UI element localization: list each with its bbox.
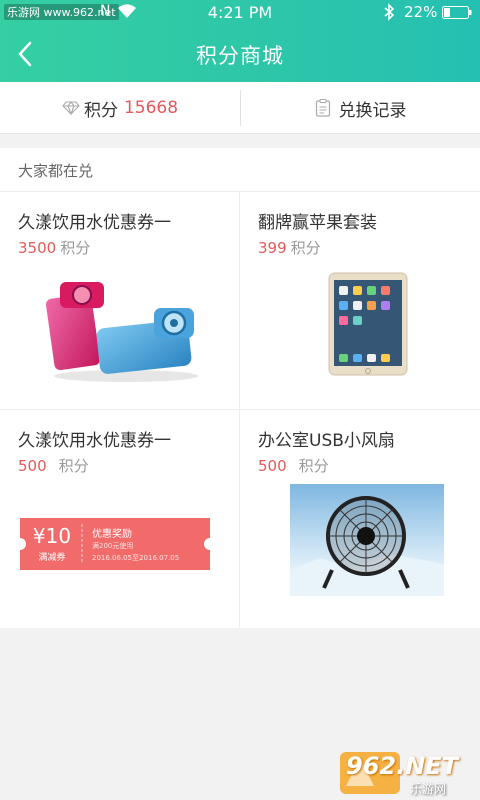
product-card[interactable]: 久漾饮用水优惠券一 3500 积分 (0, 192, 240, 410)
points-label: 积分 (83, 100, 118, 121)
product-price: 500 积分 (258, 455, 329, 476)
bluetooth-icon (384, 3, 395, 21)
battery-percent: 22% (404, 3, 438, 21)
price-unit: 积分 (298, 457, 329, 475)
app-header: 乐游网 www.962.net N 4:21 PM 22% 积分商城 (0, 0, 480, 82)
product-card[interactable]: 翻牌赢苹果套装 399 积分 (240, 192, 480, 410)
points-value: 15668 (123, 98, 179, 118)
product-price: 3500 积分 (18, 237, 90, 258)
page-title: 积分商城 (196, 44, 284, 68)
price-value: 500 (18, 457, 47, 475)
price-value: 500 (258, 457, 287, 475)
product-price: 399 积分 (258, 237, 321, 258)
coupon-amount: ¥10 (32, 524, 72, 548)
product-title: 办公室USB小风扇 (258, 431, 395, 451)
price-unit: 积分 (58, 457, 89, 475)
coupon-type: 满减券 (38, 553, 66, 563)
coupon-name: 优惠奖励 (92, 529, 132, 540)
price-unit: 积分 (60, 239, 91, 257)
watermark-sub: 乐游网 (410, 782, 447, 796)
document-icon (315, 99, 330, 117)
price-value: 3500 (18, 239, 57, 257)
camera-image (46, 282, 198, 382)
section-header: 大家都在兑 (0, 148, 480, 192)
product-price: 500 积分 (18, 455, 89, 476)
battery-icon (442, 6, 472, 19)
nav-bar: 积分商城 (0, 26, 480, 82)
product-title: 久漾饮用水优惠券一 (18, 431, 171, 451)
watermark-brand: 962.NET (346, 752, 459, 780)
product-grid: 久漾饮用水优惠券一 3500 积分 翻牌赢苹果套装 399 积分 久漾饮用水优惠… (0, 192, 480, 628)
points-bar: 积分 15668 兑换记录 (0, 82, 480, 134)
product-title: 翻牌赢苹果套装 (258, 213, 377, 233)
section-title: 大家都在兑 (18, 162, 94, 180)
price-unit: 积分 (290, 239, 321, 257)
points-summary: 积分 15668 (0, 82, 240, 134)
price-value: 399 (258, 239, 287, 257)
ipad-image (328, 272, 408, 376)
exchange-history-label: 兑换记录 (338, 100, 407, 121)
product-card[interactable]: 办公室USB小风扇 500 积分 (240, 410, 480, 628)
diamond-icon (62, 101, 80, 116)
coupon-image: ¥10 满减券 优惠奖励 满200元使用 2016.06.05至2016.07.… (20, 518, 210, 570)
exchange-history-button[interactable]: 兑换记录 (241, 82, 480, 134)
site-watermark-logo: 962.NET 乐游网 (340, 748, 476, 798)
product-card[interactable]: 久漾饮用水优惠券一 500 积分 ¥10 满减券 优惠奖励 满200元使用 201… (0, 410, 240, 628)
coupon-period: 2016.06.05至2016.07.05 (92, 554, 180, 562)
fan-image (290, 484, 444, 596)
product-title: 久漾饮用水优惠券一 (18, 213, 171, 233)
status-bar: 乐游网 www.962.net N 4:21 PM 22% (0, 0, 480, 26)
coupon-condition: 满200元使用 (92, 542, 134, 550)
